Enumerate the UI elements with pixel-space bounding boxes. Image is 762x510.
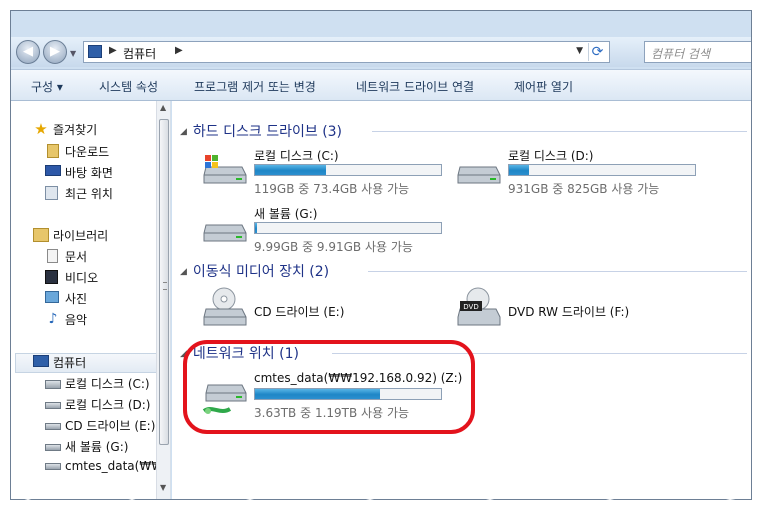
nav-computer-label: 컴퓨터	[53, 356, 87, 370]
computer-icon	[33, 355, 49, 367]
downloads-folder-icon	[47, 144, 59, 158]
drive-e-name: CD 드라이브 (E:)	[254, 305, 345, 319]
recent-places-icon	[45, 186, 58, 200]
nav-desktop-label: 바탕 화면	[65, 166, 113, 180]
hard-drive-icon	[457, 166, 501, 184]
group-header-removable[interactable]: ◢ 이동식 미디어 장치 (2)	[180, 261, 329, 281]
computer-icon	[88, 45, 102, 58]
drive-g-free-space: 9.99GB 중 9.91GB 사용 가능	[254, 240, 413, 254]
drive-c-free-space: 119GB 중 73.4GB 사용 가능	[254, 182, 410, 196]
star-icon: ★	[34, 120, 48, 138]
drive-d-name: 로컬 디스크 (D:)	[508, 149, 594, 163]
red-highlight-annotation	[183, 340, 475, 434]
nav-favorites-label: 즐겨찾기	[53, 123, 98, 137]
group-header-hdd[interactable]: ◢ 하드 디스크 드라이브 (3)	[180, 121, 342, 141]
nav-drive-e-label: CD 드라이브 (E:)	[65, 419, 156, 433]
libraries-icon	[33, 228, 49, 242]
hard-drive-icon	[203, 224, 247, 242]
drive-f-name: DVD RW 드라이브 (F:)	[508, 305, 630, 319]
network-drive-icon	[45, 463, 61, 470]
dvd-logo-text: DVD	[463, 303, 478, 311]
drive-d-usage-bar	[508, 164, 696, 176]
drive-d-free-space: 931GB 중 825GB 사용 가능	[508, 182, 660, 196]
search-input[interactable]: 컴퓨터 검색	[644, 41, 751, 63]
scroll-up-icon[interactable]: ▲	[160, 103, 166, 112]
forward-button[interactable]: ▶	[43, 40, 67, 64]
cd-drive-icon	[45, 423, 61, 430]
collapse-icon[interactable]: ◢	[180, 267, 187, 277]
back-button[interactable]: ◀	[16, 40, 40, 64]
nav-pictures-label: 사진	[65, 292, 88, 306]
open-control-panel-button[interactable]: 제어판 열기	[514, 78, 573, 95]
divider	[368, 271, 747, 272]
organize-button[interactable]: 구성 ▾	[31, 78, 63, 95]
documents-icon	[47, 249, 58, 263]
drive-c-usage-fill	[255, 165, 326, 175]
nav-drive-g-label: 새 볼륨 (G:)	[65, 440, 129, 454]
uninstall-program-button[interactable]: 프로그램 제거 또는 변경	[194, 78, 316, 95]
drive-d-usage-fill	[509, 165, 530, 175]
breadcrumb-arrow-icon[interactable]: ▶	[109, 45, 117, 56]
nav-drive-c-label: 로컬 디스크 (C:)	[65, 377, 150, 391]
scroll-down-icon[interactable]: ▼	[160, 483, 166, 492]
nav-drive-z-label: cmtes_data(₩₩1	[65, 459, 171, 473]
map-network-drive-button[interactable]: 네트워크 드라이브 연결	[356, 78, 474, 95]
drive-c-name: 로컬 디스크 (C:)	[254, 149, 339, 163]
address-bar-area: ◀ ▶ ▼ ▶ 컴퓨터 ▶ ▼ ⟳ 컴퓨터 검색	[11, 37, 751, 67]
system-properties-button[interactable]: 시스템 속성	[99, 78, 158, 95]
nav-scrollbar[interactable]: ▲ ▼	[156, 101, 170, 499]
breadcrumb-arrow-icon[interactable]: ▶	[175, 45, 183, 56]
address-history-dropdown-icon[interactable]: ▼	[576, 46, 583, 56]
nav-drive-d-label: 로컬 디스크 (D:)	[65, 398, 151, 412]
nav-downloads-label: 다운로드	[65, 145, 110, 159]
system-drive-icon	[203, 155, 247, 184]
address-box[interactable]: ▶ 컴퓨터 ▶ ▼ ⟳	[83, 41, 610, 63]
recent-pages-dropdown-icon[interactable]: ▼	[70, 49, 76, 58]
desktop-icon	[45, 165, 61, 176]
grip-icon	[163, 282, 167, 290]
nav-music-label: 음악	[65, 313, 88, 327]
scrollbar-thumb[interactable]	[159, 119, 169, 445]
command-bar: 구성 ▾ 시스템 속성 프로그램 제거 또는 변경 네트워크 드라이브 연결 제…	[11, 69, 751, 101]
nav-recent-label: 최근 위치	[65, 187, 113, 201]
content-pane: ◢ 하드 디스크 드라이브 (3) 로컬 디스크 (C:) 119GB 중 73.…	[172, 101, 751, 499]
drive-g-usage-fill	[255, 223, 257, 233]
system-drive-icon	[45, 380, 61, 389]
group-header-hdd-label: 하드 디스크 드라이브 (3)	[192, 124, 343, 140]
dvd-drive-icon: DVD	[457, 287, 501, 326]
collapse-icon[interactable]: ◢	[180, 127, 187, 137]
drive-c-usage-bar	[254, 164, 442, 176]
hard-drive-icon	[45, 444, 61, 451]
hard-drive-icon	[45, 402, 61, 409]
nav-videos-label: 비디오	[65, 271, 99, 285]
refresh-icon[interactable]: ⟳	[588, 43, 606, 61]
drive-g-name: 새 볼륨 (G:)	[254, 207, 318, 221]
screenshot: ◀ ▶ ▼ ▶ 컴퓨터 ▶ ▼ ⟳ 컴퓨터 검색 구성 ▾ 시스템 속성 프로그…	[0, 0, 762, 510]
nav-libraries-label: 라이브러리	[53, 229, 109, 243]
divider	[372, 131, 747, 132]
breadcrumb-computer[interactable]: 컴퓨터	[123, 45, 156, 62]
nav-documents-label: 문서	[65, 250, 88, 264]
cd-drive-icon	[203, 287, 247, 326]
navigation-pane: ★ 즐겨찾기 다운로드 바탕 화면 최근 위치 라이브러리 문서 비디오 사진 …	[11, 101, 171, 499]
music-note-icon: ♪	[48, 311, 58, 327]
videos-icon	[45, 270, 58, 284]
drive-g-usage-bar	[254, 222, 442, 234]
pictures-icon	[45, 291, 59, 303]
group-header-removable-label: 이동식 미디어 장치 (2)	[192, 264, 330, 280]
